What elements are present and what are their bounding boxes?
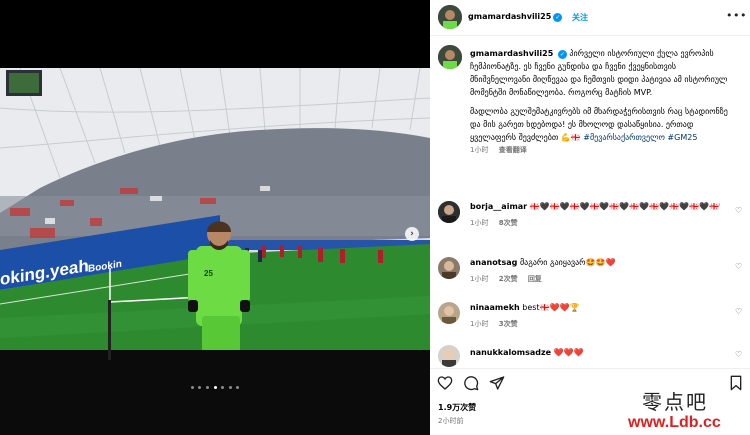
caption-author-avatar[interactable] <box>438 45 462 69</box>
comment-reply-link[interactable]: 回复 <box>528 275 542 283</box>
comments-list[interactable]: gmamardashvili25 ✓ პირველი ისტორიული ქულ… <box>430 37 750 367</box>
comment-meta: 1小时 8次赞 <box>470 218 526 228</box>
caption-translate-link[interactable]: 查看翻译 <box>499 146 527 154</box>
railing <box>108 300 111 360</box>
comment-like-heart-icon[interactable]: ♡ <box>735 307 742 316</box>
comment-meta: 1小时 3次赞 <box>470 319 526 329</box>
verified-badge-icon: ✓ <box>553 13 563 22</box>
carousel-dot <box>190 386 194 389</box>
comment-text-line: ninaamekh best🇬🇪❤️❤️🏆 <box>470 302 720 314</box>
save-bookmark-icon[interactable] <box>728 375 744 391</box>
caption-time: 1小时 <box>470 146 489 154</box>
more-options-icon[interactable]: ••• <box>726 9 747 22</box>
comment-time: 1小时 <box>470 320 489 328</box>
carousel-dots <box>0 382 430 391</box>
comment-item: nanukkalomsadze ❤️❤️❤️ ♡ <box>430 345 750 367</box>
carousel-dot <box>221 386 225 389</box>
commenter-avatar[interactable] <box>438 257 460 279</box>
carousel-dot <box>236 386 240 389</box>
caption-meta: 1小时 查看翻译 <box>470 144 730 157</box>
caption-username[interactable]: gmamardashvili25 <box>470 49 553 58</box>
comment-text-line: nanukkalomsadze ❤️❤️❤️ <box>470 347 720 359</box>
comment-username[interactable]: nanukkalomsadze <box>470 348 551 357</box>
comment-like-heart-icon[interactable]: ♡ <box>735 206 742 215</box>
comment-username[interactable]: ninaamekh <box>470 303 520 312</box>
comment-item: ananotsag მაგარი გაიყავარ🤩🤩❤️ 1小时 2次赞 回复… <box>430 255 750 291</box>
follow-button[interactable]: 关注 <box>572 12 588 23</box>
comment-likes[interactable]: 2次赞 <box>499 275 518 283</box>
watermark-url: www.Ldb.cc <box>628 414 721 431</box>
post-caption: gmamardashvili25 ✓ პირველი ისტორიული ქულ… <box>470 47 730 157</box>
commenter-avatar[interactable] <box>438 345 460 367</box>
comment-item: ninaamekh best🇬🇪❤️❤️🏆 1小时 3次赞 ♡ <box>430 300 750 336</box>
commenter-avatar[interactable] <box>438 302 460 324</box>
comment-time: 1小时 <box>470 219 489 227</box>
comment-text-line: ananotsag მაგარი გაიყავარ🤩🤩❤️ <box>470 257 720 269</box>
comment-like-heart-icon[interactable]: ♡ <box>735 262 742 271</box>
comment-body: 🇬🇪🖤🇬🇪🖤🇬🇪🖤🇬🇪🖤🇬🇪🖤🇬🇪🖤🇬🇪🖤🇬🇪🖤🇬🇪🖤🇬🇪🖤🇬🇪🖤🇬🇪 <box>529 202 720 211</box>
carousel-dot-active <box>213 386 217 389</box>
watermark-text: 零点吧 <box>642 390 708 414</box>
share-send-icon[interactable] <box>489 375 505 391</box>
player-number: 25 <box>204 269 213 278</box>
comment-likes[interactable]: 3次赞 <box>499 320 518 328</box>
comment-likes[interactable]: 8次赞 <box>499 219 518 227</box>
carousel-dot <box>228 386 232 389</box>
likes-count[interactable]: 1.9万次赞 <box>438 402 476 413</box>
comment-like-heart-icon[interactable]: ♡ <box>735 350 742 359</box>
comment-body: მაგარი გაიყავარ🤩🤩❤️ <box>519 258 616 267</box>
post-header: gmamardashvili25 ✓ 关注 ••• <box>430 0 750 36</box>
media-letterbox <box>0 350 430 435</box>
comment-icon[interactable] <box>463 375 479 391</box>
comment-meta: 1小时 2次赞 回复 <box>470 274 550 284</box>
comment-time: 1小时 <box>470 275 489 283</box>
comment-item: borja__aimar 🇬🇪🖤🇬🇪🖤🇬🇪🖤🇬🇪🖤🇬🇪🖤🇬🇪🖤🇬🇪🖤🇬🇪🖤🇬🇪🖤… <box>430 199 750 235</box>
post-date: 2小时前 <box>438 417 464 425</box>
caption-hashtags[interactable]: #მევარსაქართველო #GM25 <box>583 133 697 142</box>
carousel-next-button[interactable]: › <box>405 227 419 241</box>
stadium-photo: 25 oking.yeah Bookin <box>0 68 430 352</box>
author-avatar[interactable] <box>438 5 462 29</box>
comment-username[interactable]: borja__aimar <box>470 202 527 211</box>
author-username-text[interactable]: gmamardashvili25 <box>468 12 551 21</box>
like-heart-icon[interactable] <box>437 375 453 391</box>
comment-body: ❤️❤️❤️ <box>553 348 584 357</box>
comment-body: best🇬🇪❤️❤️🏆 <box>522 303 580 312</box>
post-side-panel: gmamardashvili25 ✓ 关注 ••• gmamardashvili2… <box>430 0 750 435</box>
instagram-post-viewer: 25 oking.yeah Bookin › gmamardashvili25 … <box>0 0 750 435</box>
post-media[interactable]: 25 oking.yeah Bookin › <box>0 0 430 435</box>
author-username[interactable]: gmamardashvili25 ✓ <box>468 12 563 22</box>
verified-badge-icon: ✓ <box>557 50 567 59</box>
commenter-avatar[interactable] <box>438 201 460 223</box>
comment-text-line: borja__aimar 🇬🇪🖤🇬🇪🖤🇬🇪🖤🇬🇪🖤🇬🇪🖤🇬🇪🖤🇬🇪🖤🇬🇪🖤🇬🇪🖤… <box>470 201 720 213</box>
carousel-dot <box>198 386 202 389</box>
carousel-dot <box>205 386 209 389</box>
comment-username[interactable]: ananotsag <box>470 258 517 267</box>
